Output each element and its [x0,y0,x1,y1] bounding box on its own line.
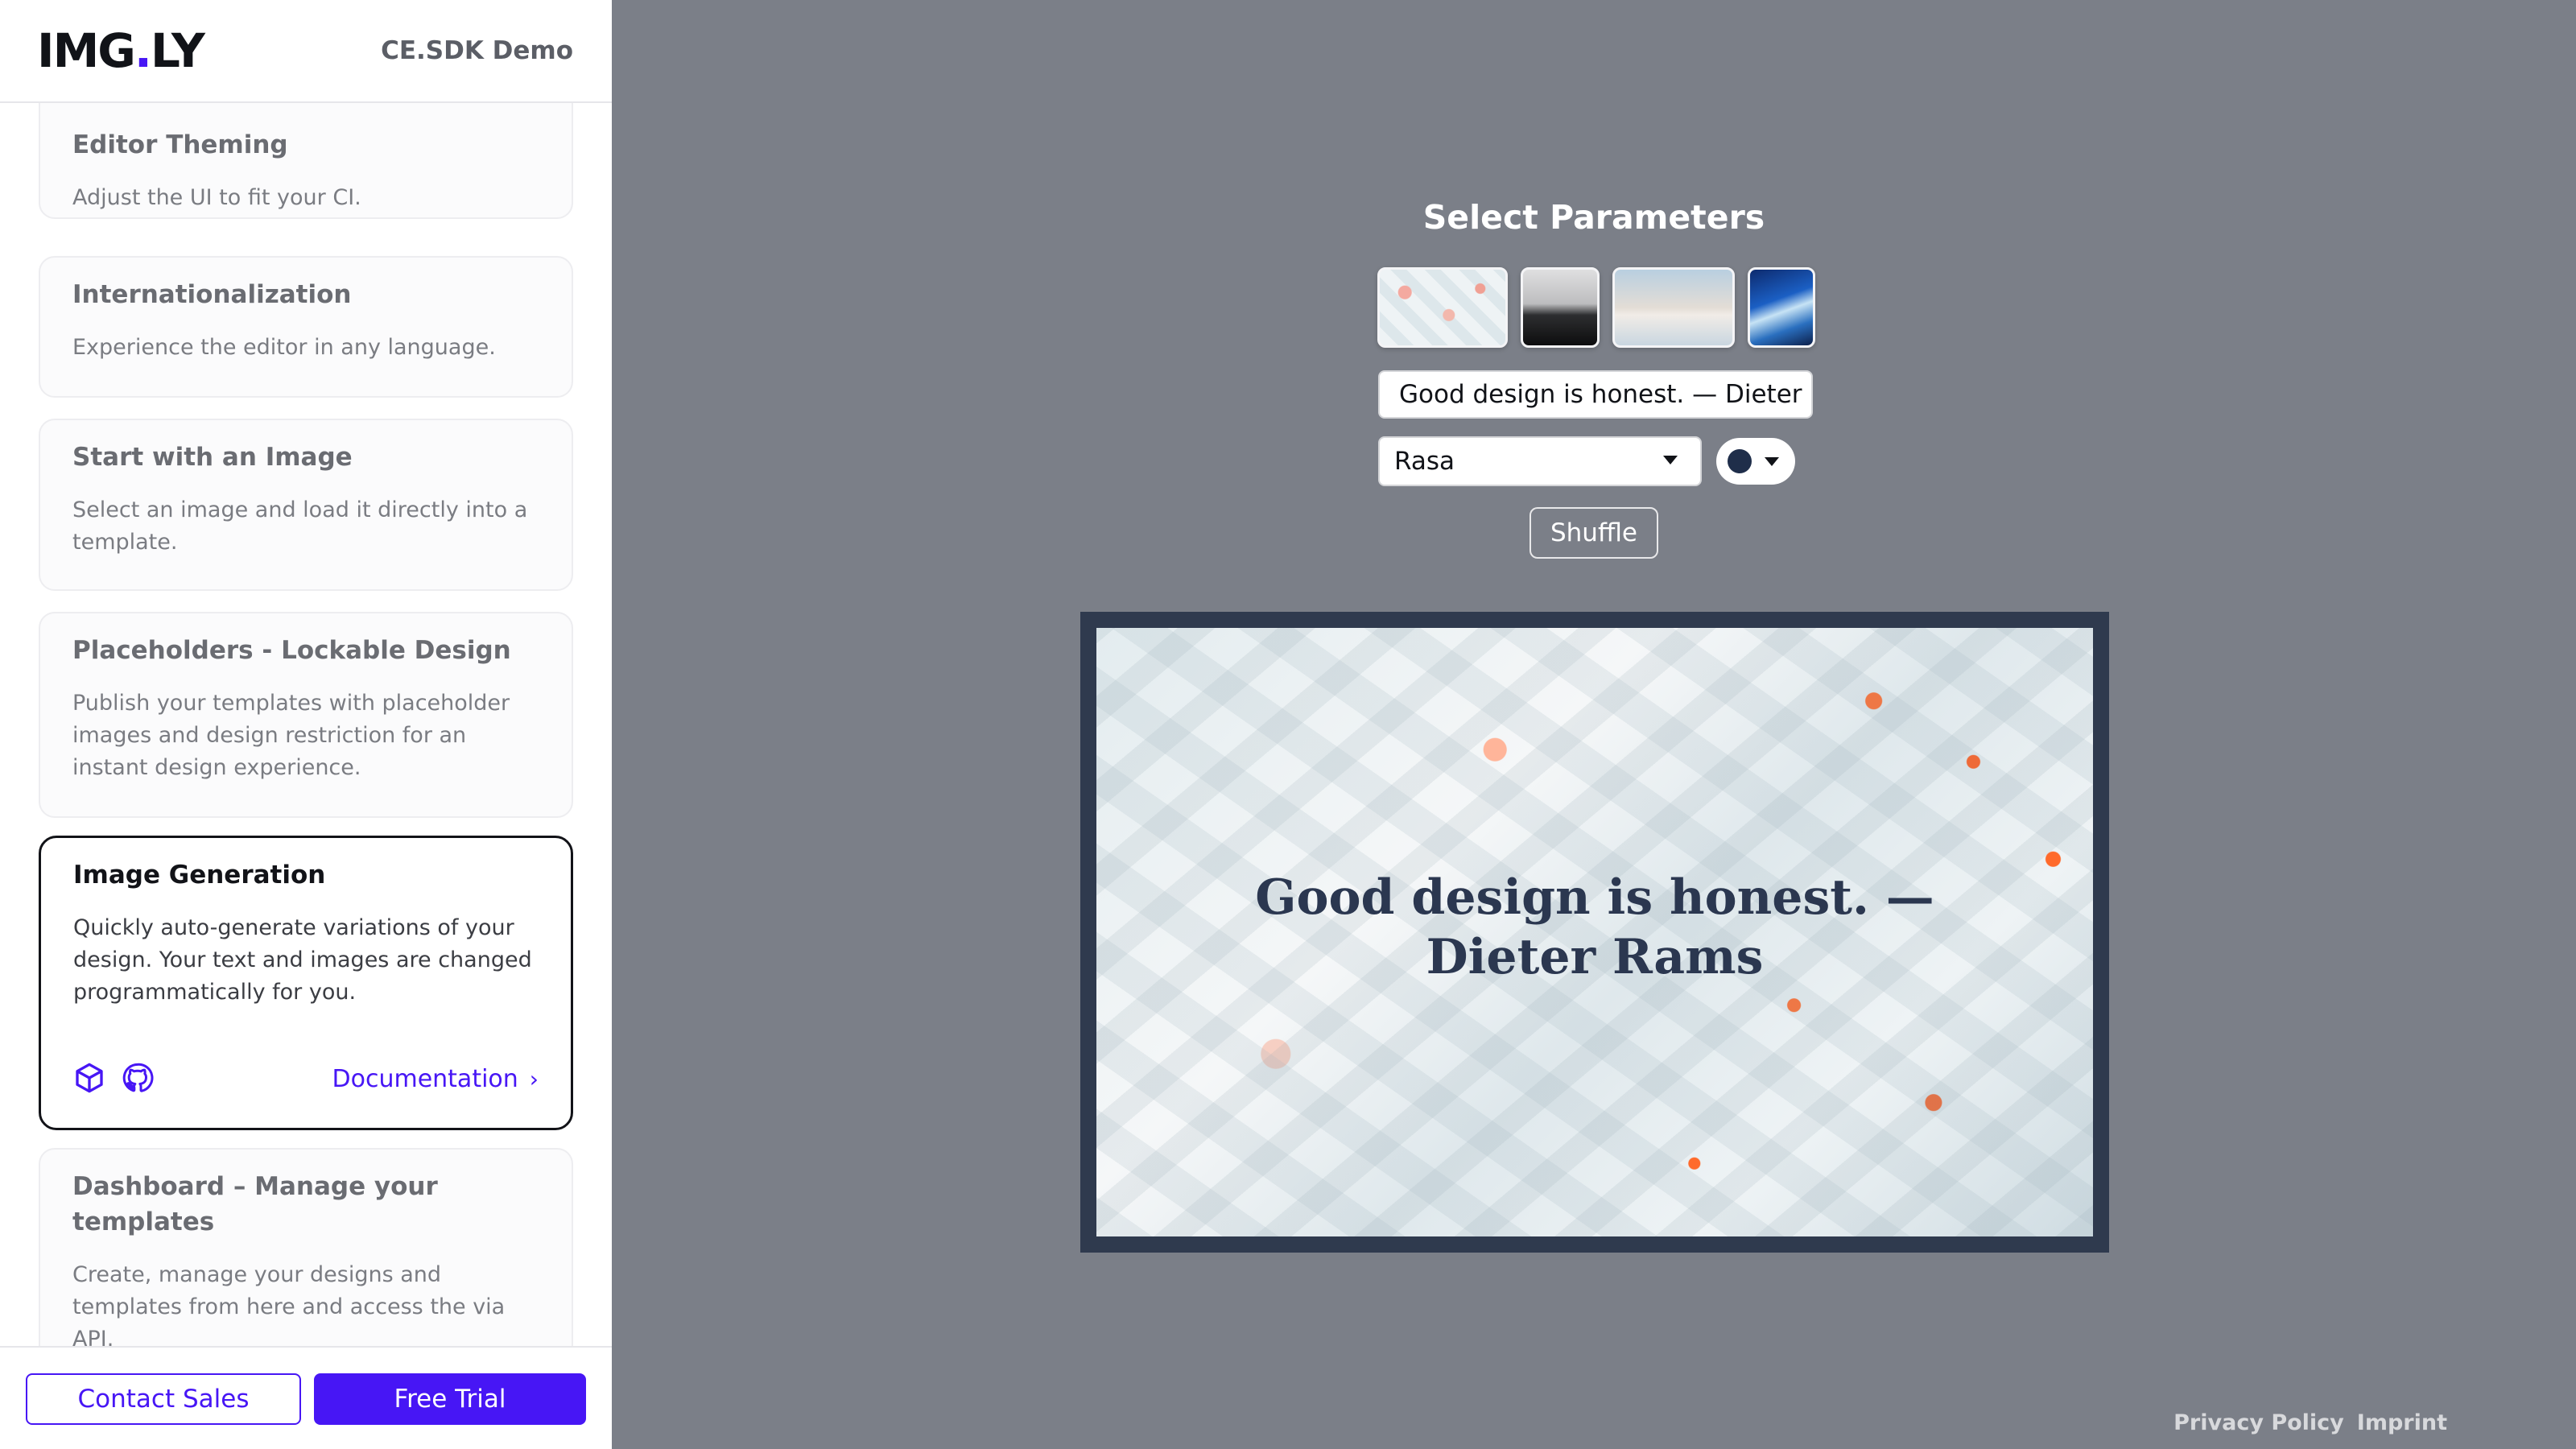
card-description: Adjust the UI to fit your CI. [72,185,361,210]
sidebar-header: IMG.LY CE.SDK Demo [0,0,612,103]
card-links: Documentation › [73,1062,539,1097]
demo-title: CE.SDK Demo [381,36,573,65]
cube-icon[interactable] [73,1062,105,1094]
demo-card-list[interactable]: Editor Theming Adjust the UI to fit your… [0,103,612,1346]
card-description: Experience the editor in any language. [72,335,496,360]
chevron-down-icon [1663,456,1678,464]
card-title: Editor Theming [72,130,288,159]
card-image-generation[interactable]: Image Generation Quickly auto-generate v… [39,836,573,1130]
imprint-link[interactable]: Imprint [2357,1410,2447,1435]
black-white-landscape-thumbnail[interactable] [1521,267,1600,348]
github-icon[interactable] [122,1062,154,1094]
font-select[interactable]: Rasa [1378,436,1702,486]
quote-text-input[interactable]: Good design is honest. — Dieter R [1378,370,1813,419]
canvas-quote-text[interactable]: Good design is honest. — Dieter Rams [1241,868,1948,987]
free-trial-button[interactable]: Free Trial [314,1373,586,1425]
card-title: Placeholders - Lockable Design [72,636,511,665]
card-start-with-image[interactable]: Start with an Image Select an image and … [39,419,573,591]
legal-links: Privacy Policy Imprint [2161,1409,2447,1438]
design-canvas-frame: Good design is honest. — Dieter Rams [1080,612,2109,1253]
documentation-link[interactable]: Documentation › [332,1062,539,1097]
design-canvas[interactable]: Good design is honest. — Dieter Rams [1096,628,2093,1236]
chevron-right-icon: › [529,1066,539,1092]
card-internationalization[interactable]: Internationalization Experience the edit… [39,256,573,398]
contact-sales-button[interactable]: Contact Sales [26,1373,301,1425]
page-title: Select Parameters [1422,198,1765,237]
card-description: Publish your templates with placeholder … [72,691,510,780]
card-title: Image Generation [73,861,326,890]
main-area: Select Parameters Good design is honest.… [612,0,2576,1449]
shuffle-button[interactable]: Shuffle [1530,507,1658,559]
pastel-sky-thumbnail[interactable] [1612,267,1735,348]
abstract-geometric-thumbnail[interactable] [1377,267,1508,348]
card-dashboard[interactable]: Dashboard – Manage your templates Create… [39,1148,573,1346]
card-placeholders[interactable]: Placeholders - Lockable Design Publish y… [39,612,573,818]
sidebar: IMG.LY CE.SDK Demo Editor Theming Adjust… [0,0,612,1449]
sidebar-footer: Contact Sales Free Trial [0,1346,612,1449]
card-description: Select an image and load it directly int… [72,497,528,555]
color-swatch [1728,449,1752,473]
card-description: Create, manage your designs and template… [72,1262,506,1346]
privacy-policy-link[interactable]: Privacy Policy [2174,1410,2344,1435]
card-editor-theming[interactable]: Editor Theming Adjust the UI to fit your… [39,103,573,219]
card-description: Quickly auto-generate variations of your… [73,915,532,1005]
color-picker[interactable] [1716,438,1795,485]
card-title: Start with an Image [72,443,353,472]
card-title: Internationalization [72,280,352,309]
card-title: Dashboard – Manage your templates [72,1172,438,1236]
blue-abstract-thumbnail[interactable] [1748,267,1815,348]
font-select-value: Rasa [1394,447,1455,476]
documentation-label: Documentation [332,1065,518,1093]
imgly-logo[interactable]: IMG.LY [37,19,205,82]
chevron-down-icon [1765,457,1779,466]
